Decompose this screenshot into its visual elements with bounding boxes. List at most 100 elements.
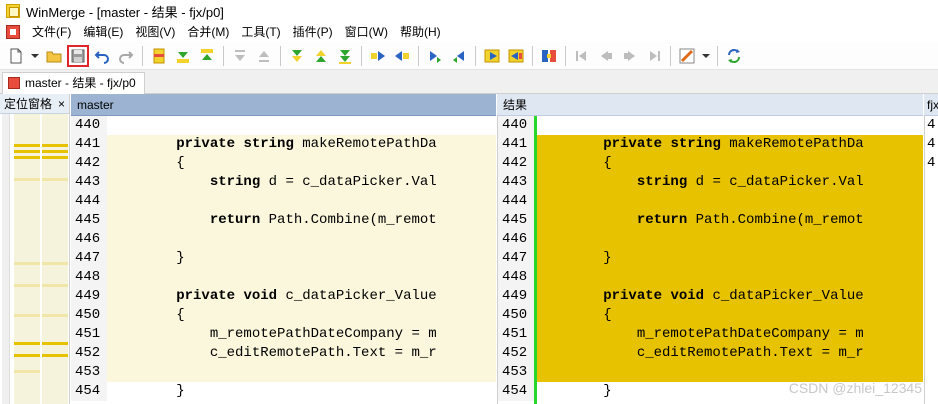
toolbar-separator	[361, 45, 362, 66]
copy-left-button[interactable]	[391, 45, 413, 67]
refresh-button[interactable]	[723, 45, 745, 67]
undo-button[interactable]	[91, 45, 113, 67]
line-number: 446	[498, 230, 534, 249]
nav-last-icon	[650, 50, 660, 61]
line-number	[925, 268, 938, 287]
code-line[interactable]: 442 {	[71, 154, 496, 173]
options-button[interactable]	[676, 45, 698, 67]
merge-marker-button[interactable]	[148, 45, 170, 67]
line-number: 450	[498, 306, 534, 325]
code-line[interactable]: 448	[498, 268, 923, 287]
code-line[interactable]: 451 m_remotePathDateCompany = m	[71, 325, 496, 344]
copy-right-advance-button[interactable]	[424, 45, 446, 67]
right-pane-header: 结果	[497, 94, 923, 116]
document-tab[interactable]: master - 结果 - fjx/p0	[2, 72, 145, 94]
next-diff-button[interactable]	[172, 45, 194, 67]
redo-button[interactable]	[115, 45, 137, 67]
copy-all-left-button[interactable]	[505, 45, 527, 67]
code-text: string d = c_dataPicker.Val	[636, 174, 864, 190]
code-line[interactable]: 447 }	[498, 249, 923, 268]
menu-window[interactable]: 窗口(W)	[339, 22, 394, 42]
new-dropdown-button[interactable]	[29, 45, 41, 67]
code-line[interactable]: 440	[71, 116, 496, 135]
code-line[interactable]: 443 string d = c_dataPicker.Val	[498, 173, 923, 192]
code-line[interactable]: 443 string d = c_dataPicker.Val	[71, 173, 496, 192]
compare-button[interactable]	[538, 45, 560, 67]
copy-all-right-button[interactable]	[481, 45, 503, 67]
copy-right-button[interactable]	[367, 45, 389, 67]
diff-marker	[42, 262, 68, 265]
diff-highlight	[107, 268, 496, 287]
nav-prev-button[interactable]	[595, 45, 617, 67]
right-code-pane[interactable]: 440 441 private string makeRemotePathDa 44…	[497, 116, 923, 404]
menu-plugins[interactable]: 插件(P)	[287, 22, 339, 42]
location-left-column[interactable]	[14, 114, 40, 404]
code-line[interactable]: 441 private string makeRemotePathDa	[498, 135, 923, 154]
code-line[interactable]: 440	[498, 116, 923, 135]
code-line[interactable]: 447 }	[71, 249, 496, 268]
menu-view[interactable]: 视图(V)	[129, 22, 181, 42]
code-text: private void c_dataPicker_Value	[176, 288, 437, 304]
location-scrollbar[interactable]	[2, 114, 10, 404]
code-line[interactable]: 444	[71, 192, 496, 211]
line-number: 448	[71, 268, 107, 287]
save-icon	[71, 49, 85, 62]
code-line[interactable]: 449 private void c_dataPicker_Value	[71, 287, 496, 306]
code-text: c_editRemotePath.Text = m_r	[536, 345, 864, 361]
code-line[interactable]: 450 {	[71, 306, 496, 325]
location-right-column[interactable]	[42, 114, 68, 404]
nav-next-icon	[624, 50, 635, 61]
code-line[interactable]: 453	[71, 363, 496, 382]
diff-highlight	[534, 192, 923, 211]
nav-first-button[interactable]	[571, 45, 593, 67]
next-conflict-button[interactable]	[286, 45, 308, 67]
save-button[interactable]	[67, 44, 89, 67]
third-code-pane[interactable]: 4 4 4	[924, 116, 938, 404]
menu-edit[interactable]: 编辑(E)	[77, 22, 129, 42]
code-line[interactable]: 448	[71, 268, 496, 287]
diff-marker	[42, 156, 68, 159]
all-diff-button[interactable]	[334, 45, 356, 67]
diff-marker	[14, 314, 40, 317]
last-diff-button[interactable]	[253, 45, 275, 67]
code-line[interactable]: 445 return Path.Combine(m_remot	[71, 211, 496, 230]
line-number	[925, 211, 938, 230]
code-line[interactable]: 442 {	[498, 154, 923, 173]
copy-left-advance-button[interactable]	[448, 45, 470, 67]
code-line[interactable]: 451 m_remotePathDateCompany = m	[498, 325, 923, 344]
code-line[interactable]: 450 {	[498, 306, 923, 325]
prev-conflict-button[interactable]	[310, 45, 332, 67]
code-line[interactable]: 444	[498, 192, 923, 211]
first-diff-button[interactable]	[229, 45, 251, 67]
code-line[interactable]: 449 private void c_dataPicker_Value	[498, 287, 923, 306]
code-line[interactable]: 454 }	[71, 382, 496, 401]
prev-diff-button[interactable]	[196, 45, 218, 67]
menu-help[interactable]: 帮助(H)	[394, 22, 447, 42]
close-icon[interactable]: ×	[58, 94, 65, 113]
nav-last-button[interactable]	[643, 45, 665, 67]
line-number	[925, 325, 938, 344]
copy-left-advance-icon	[453, 50, 464, 63]
left-code-pane[interactable]: 440 441 private string makeRemotePathDa 44…	[71, 116, 496, 404]
document-menu-icon[interactable]	[6, 25, 20, 39]
menu-file[interactable]: 文件(F)	[26, 22, 77, 42]
code-line[interactable]: 445 return Path.Combine(m_remot	[498, 211, 923, 230]
nav-prev-icon	[601, 50, 612, 61]
location-bars[interactable]	[0, 114, 70, 404]
nav-next-button[interactable]	[619, 45, 641, 67]
line-number: 445	[498, 211, 534, 230]
options-dropdown-button[interactable]	[700, 45, 712, 67]
open-button[interactable]	[43, 45, 65, 67]
line-number: 443	[498, 173, 534, 192]
line-number: 447	[71, 249, 107, 268]
menu-merge[interactable]: 合并(M)	[181, 22, 235, 42]
left-pane-header: master	[71, 94, 496, 116]
menu-tools[interactable]: 工具(T)	[235, 22, 286, 42]
code-line[interactable]: 452 c_editRemotePath.Text = m_r	[71, 344, 496, 363]
code-line[interactable]: 446	[71, 230, 496, 249]
line-number: 453	[498, 363, 534, 382]
code-line[interactable]: 446	[498, 230, 923, 249]
code-line[interactable]: 452 c_editRemotePath.Text = m_r	[498, 344, 923, 363]
code-line[interactable]: 441 private string makeRemotePathDa	[71, 135, 496, 154]
new-button[interactable]	[5, 45, 27, 67]
